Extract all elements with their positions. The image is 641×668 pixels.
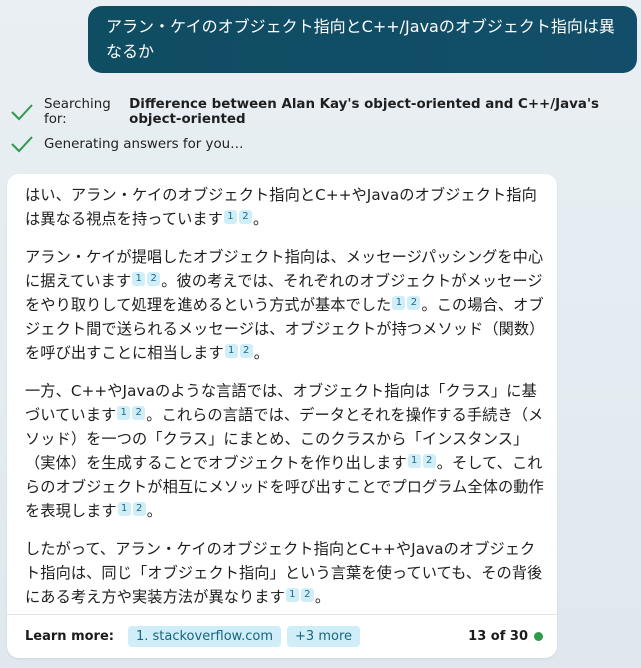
- citation-1[interactable]: 1: [224, 344, 238, 358]
- learn-more-label: Learn more:: [25, 629, 114, 644]
- citation-2[interactable]: 2: [300, 588, 314, 602]
- citation-1[interactable]: 1: [285, 588, 299, 602]
- citation-2[interactable]: 2: [132, 502, 146, 516]
- citation-2[interactable]: 2: [422, 454, 436, 468]
- status-generating: Generating answers for you…: [10, 133, 244, 155]
- citation-2[interactable]: 2: [407, 296, 421, 310]
- answer-text: 。: [253, 344, 270, 362]
- citation-2[interactable]: 2: [147, 272, 161, 286]
- answer-paragraph: したがって、アラン・ケイのオブジェクト指向とC++やJavaのオブジェクト指向は…: [25, 537, 545, 609]
- answer-text: はい、アラン・ケイのオブジェクト指向とC++やJavaのオブジェクト指向は異なる…: [25, 186, 537, 228]
- answer-text: 。: [146, 502, 163, 520]
- citation-2[interactable]: 2: [132, 406, 146, 420]
- checkmark-icon: [10, 101, 34, 123]
- answer-text: 。: [314, 588, 331, 606]
- user-message-text: アラン・ケイのオブジェクト指向とC++/Javaのオブジェクト指向は異なるか: [106, 17, 615, 61]
- source-link-stackoverflow[interactable]: 1. stackoverflow.com: [127, 626, 282, 647]
- answer-text: したがって、アラン・ケイのオブジェクト指向とC++やJavaのオブジェクト指向は…: [25, 540, 543, 606]
- answer-paragraph: 一方、C++やJavaのような言語では、オブジェクト指向は「クラス」に基づいてい…: [25, 379, 545, 523]
- citation-1[interactable]: 1: [223, 210, 237, 224]
- answer-footer: Learn more: 1. stackoverflow.com +3 more…: [7, 614, 557, 658]
- answer-paragraph: アラン・ケイが提唱したオブジェクト指向は、メッセージパッシングを中心に据えていま…: [25, 245, 545, 365]
- citation-2[interactable]: 2: [239, 344, 253, 358]
- searching-label: Searching for:: [44, 97, 111, 127]
- checkmark-icon: [10, 133, 34, 155]
- citation-2[interactable]: 2: [238, 210, 252, 224]
- answer-text: 。: [252, 210, 269, 228]
- user-message-bubble: アラン・ケイのオブジェクト指向とC++/Javaのオブジェクト指向は異なるか: [88, 6, 637, 73]
- citation-1[interactable]: 1: [407, 454, 421, 468]
- status-searching: Searching for: Difference between Alan K…: [10, 97, 641, 127]
- more-sources-button[interactable]: +3 more: [287, 626, 361, 647]
- searching-query: Difference between Alan Kay's object-ori…: [129, 97, 600, 127]
- turn-counter: 13 of 30: [468, 629, 528, 644]
- answer-paragraph: はい、アラン・ケイのオブジェクト指向とC++やJavaのオブジェクト指向は異なる…: [25, 183, 545, 231]
- answer-body: はい、アラン・ケイのオブジェクト指向とC++やJavaのオブジェクト指向は異なる…: [7, 174, 557, 609]
- citation-1[interactable]: 1: [117, 406, 131, 420]
- answer-card: はい、アラン・ケイのオブジェクト指向とC++やJavaのオブジェクト指向は異なる…: [7, 174, 557, 658]
- citation-1[interactable]: 1: [392, 296, 406, 310]
- citation-1[interactable]: 1: [132, 272, 146, 286]
- status-dot-icon: [534, 632, 543, 641]
- generating-label: Generating answers for you…: [44, 136, 244, 152]
- citation-1[interactable]: 1: [117, 502, 131, 516]
